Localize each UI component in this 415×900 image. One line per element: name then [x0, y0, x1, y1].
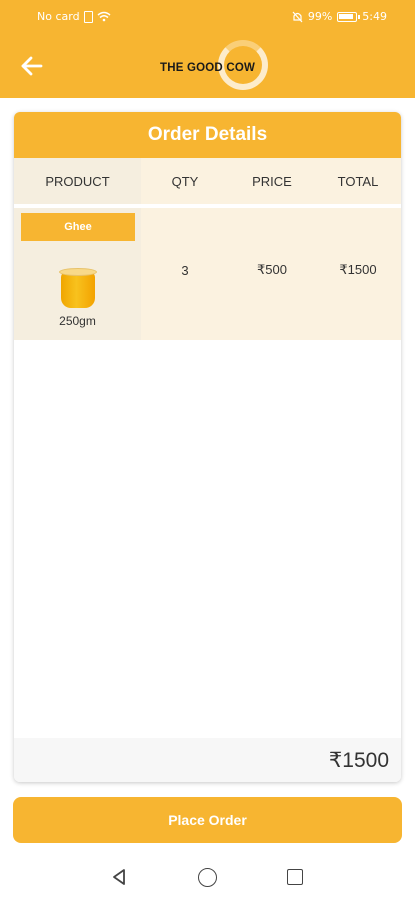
table-row: Ghee 250gm 3 ₹500 ₹1500: [14, 208, 401, 340]
status-left: No card: [37, 10, 111, 23]
ghee-jar-image: [59, 268, 97, 308]
status-right: 99% 5:49: [292, 10, 387, 23]
brand-logo: THE GOOD COW: [160, 40, 272, 94]
sim-card-icon: [83, 10, 93, 23]
mute-bell-icon: [292, 11, 303, 22]
product-name-tag: Ghee: [21, 213, 135, 241]
square-recents-icon[interactable]: [287, 869, 303, 885]
status-bar: No card 99% 5:49: [0, 0, 415, 34]
table-header: PRODUCT QTY PRICE TOTAL: [14, 158, 401, 204]
order-details-card: Order Details PRODUCT QTY PRICE TOTAL Gh…: [14, 112, 401, 782]
column-header-product: PRODUCT: [14, 158, 141, 204]
logo-text: THE GOOD COW: [160, 62, 256, 74]
column-header-total: TOTAL: [337, 173, 379, 189]
app-bar: THE GOOD COW: [0, 34, 415, 98]
battery-icon: [337, 11, 361, 22]
order-details-title: Order Details: [14, 112, 401, 158]
column-header-price: PRICE: [252, 173, 292, 189]
triangle-back-icon[interactable]: [110, 868, 128, 886]
product-weight: 250gm: [59, 314, 96, 328]
total-cell: ₹1500: [339, 262, 377, 277]
clock: 5:49: [362, 10, 387, 23]
price-cell: ₹500: [257, 262, 287, 277]
carrier-label: No card: [37, 10, 80, 23]
arrow-left-icon: [21, 56, 43, 76]
product-cell: Ghee 250gm: [14, 208, 141, 340]
place-order-button[interactable]: Place Order: [13, 797, 402, 843]
system-nav-bar: [0, 852, 415, 900]
column-header-qty: QTY: [171, 173, 199, 189]
qty-cell: 3: [181, 262, 189, 278]
back-button[interactable]: [18, 52, 46, 80]
battery-percent: 99%: [307, 10, 333, 23]
grand-total: ₹1500: [14, 738, 401, 782]
circle-home-icon[interactable]: [198, 868, 217, 887]
wifi-icon: [97, 11, 111, 22]
